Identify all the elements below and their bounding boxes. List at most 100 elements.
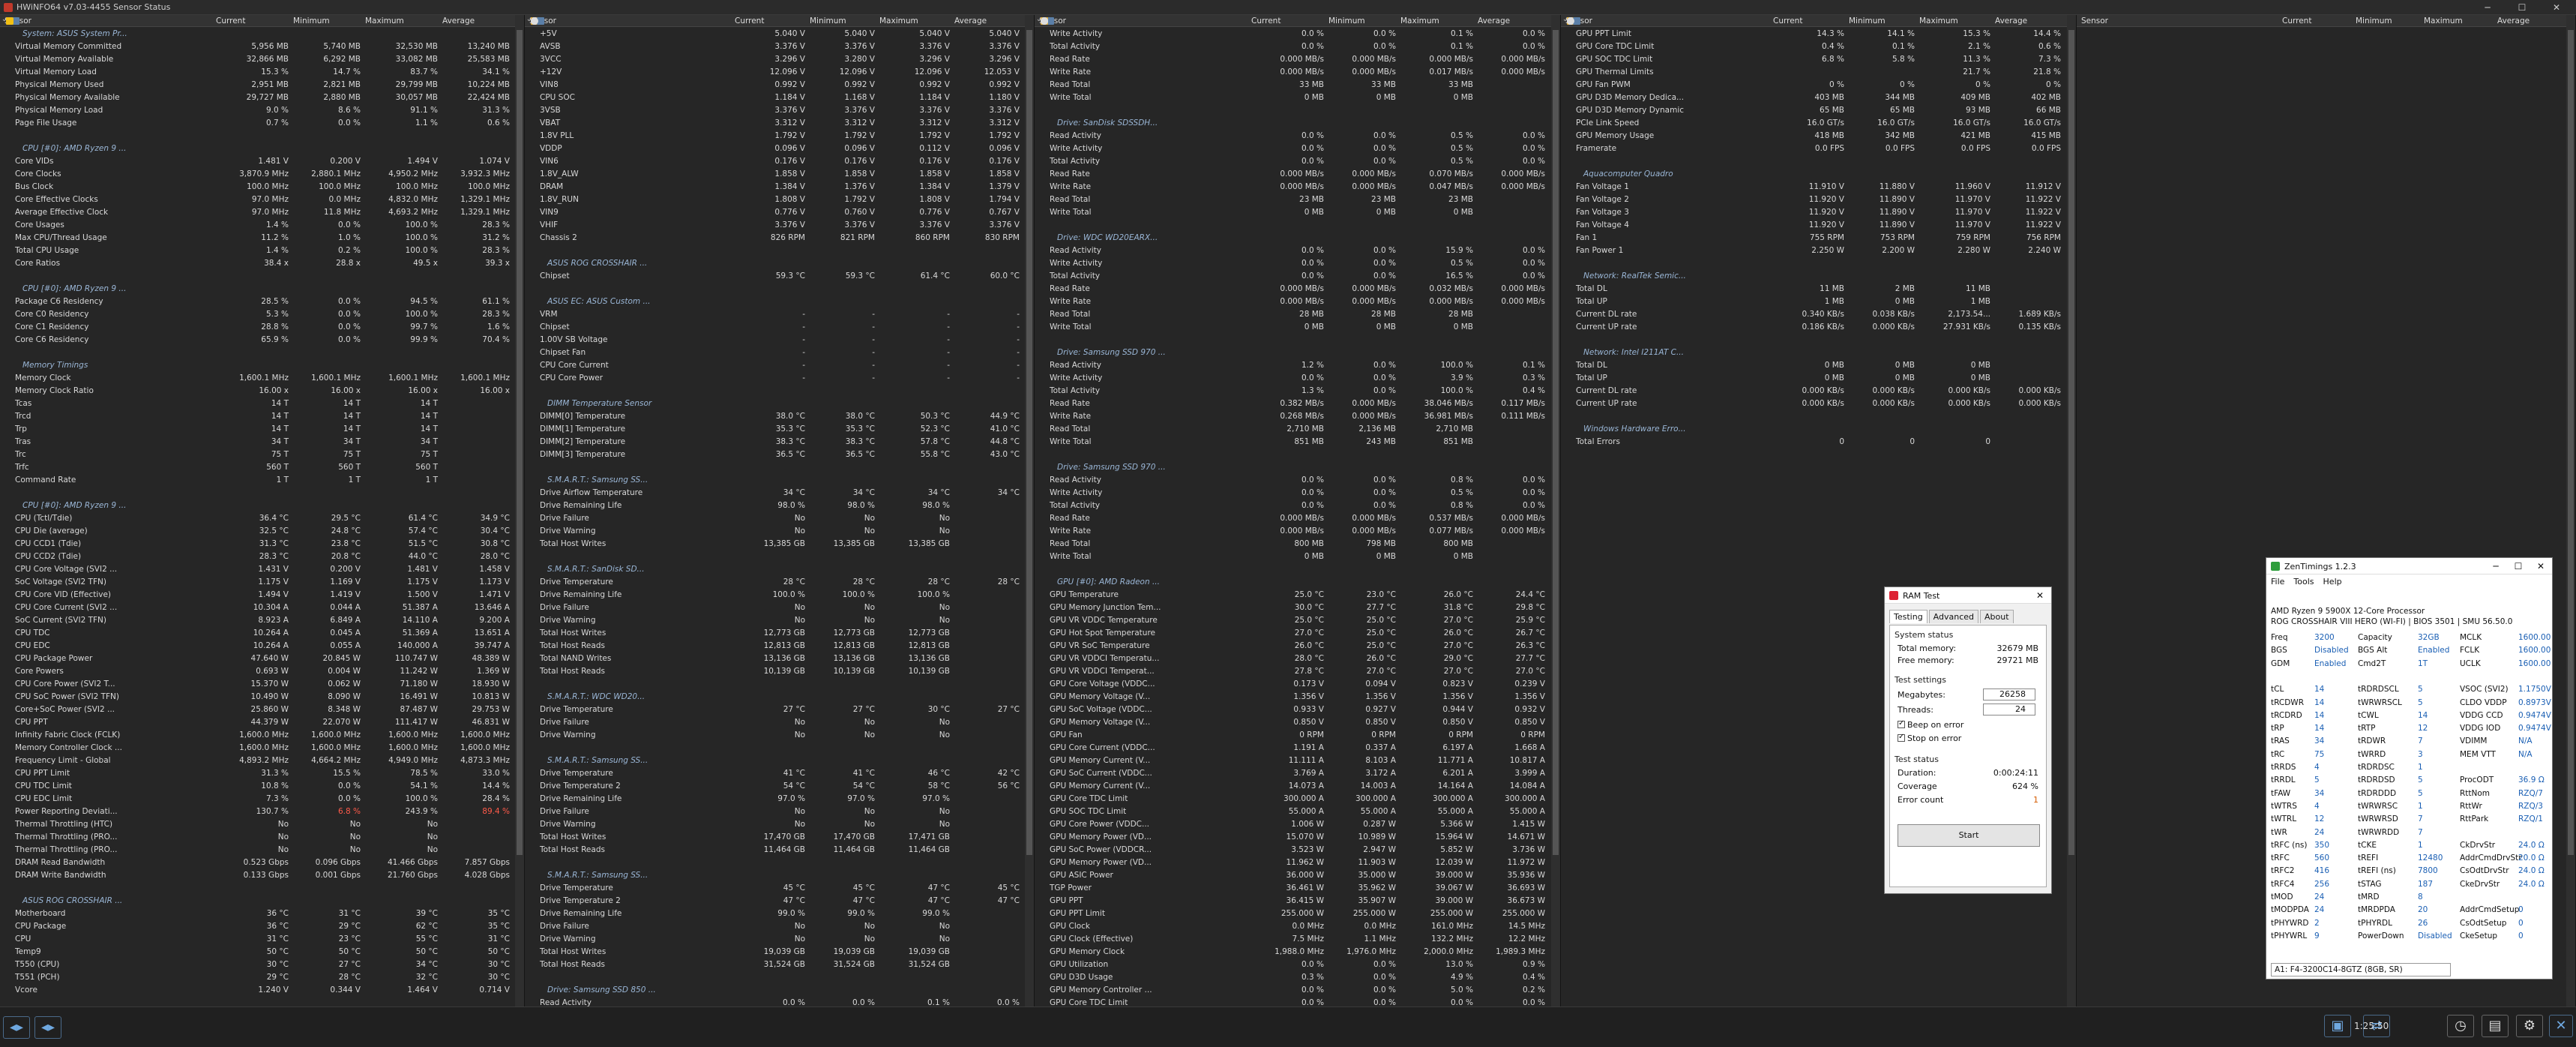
sensor-row[interactable]: Virtual Memory Committed 5,956 MB 5,740 MB… xyxy=(0,17,524,52)
sensor-row[interactable]: GPU Memory Usage 418 MB 342 MB 421 MB 415 MB xyxy=(1561,17,2076,142)
scrollbar-thumb[interactable] xyxy=(2568,30,2574,855)
header-average[interactable]: Average xyxy=(442,15,514,26)
sensor-row[interactable]: Chassis 2 826 RPM 821 RPM 860 RPM 830 RPM xyxy=(525,17,1034,244)
header-average[interactable]: Average xyxy=(1995,15,2065,26)
sensor-row[interactable]: Total Host Reads 31,524 GB 31,524 GB 31,524… xyxy=(525,17,1034,970)
start-button[interactable]: Start xyxy=(1898,824,2040,847)
sensor-row[interactable]: Total UP 0 MB 0 MB 0 MB xyxy=(1561,17,2076,384)
sensor-row[interactable]: VIN6 0.176 V 0.176 V 0.176 V 0.176 V xyxy=(525,17,1034,167)
sensor-row[interactable]: DIMM[0] Temperature 38.0 °C 38.0 °C 50.3 °C… xyxy=(525,17,1034,422)
column-header[interactable]: SensorCurrentMinimumMaximumAverage xyxy=(0,15,524,27)
sensor-group[interactable]: ⌄ Network: Intel I211AT C... xyxy=(1561,16,2076,358)
sensor-row[interactable]: Read Total 800 MB 798 MB 800 MB xyxy=(1035,17,1560,550)
sensor-row[interactable]: Drive Warning No No No xyxy=(525,17,1034,830)
sensor-row[interactable]: Max CPU/Thread Usage 11.2 % 1.0 % 100.0 % 31… xyxy=(0,17,524,244)
sensor-row[interactable]: Infinity Fabric Clock (FCLK) 1,600.0 MHz 1… xyxy=(0,17,524,741)
sensor-row[interactable]: Read Total 2,710 MB 2,136 MB 2,710 MB xyxy=(1035,17,1560,435)
sensor-row[interactable]: Drive Failure No No No xyxy=(525,17,1034,524)
sensor-row[interactable]: Average Effective Clock 97.0 MHz 11.8 MHz 4… xyxy=(0,17,524,218)
sensor-row[interactable]: Total Errors 0 0 0 xyxy=(1561,17,2076,448)
sensor-row[interactable]: Drive Temperature 28 °C 28 °C 28 °C 28 °C xyxy=(525,17,1034,588)
sensor-row[interactable]: Total Activity 0.0 % 0.0 % 0.8 % 0.0 % xyxy=(1035,17,1560,512)
sensor-row[interactable]: GPU ASIC Power 36.000 W 35.000 W 39.000 W 35… xyxy=(1035,17,1560,881)
maximize-button[interactable]: ☐ xyxy=(2506,1,2539,14)
sensor-row[interactable]: CPU Core Power (SVI2 T... 15.370 W 0.062 W… xyxy=(0,17,524,690)
sensor-row[interactable]: Page File Usage 0.7 % 0.0 % 1.1 % 0.6 % xyxy=(0,17,524,129)
sensor-row[interactable]: Total Host Writes 13,385 GB 13,385 GB 13,38… xyxy=(525,17,1034,550)
sensor-row[interactable]: Trp 14 T 14 T 14 T xyxy=(0,17,524,435)
sensor-row[interactable]: CPU Core Power - - - - xyxy=(525,17,1034,384)
sensor-row[interactable]: Drive Temperature 27 °C 27 °C 30 °C 27 °C xyxy=(525,17,1034,716)
sensor-row[interactable]: GPU SoC Power (VDDCR... 3.523 W 2.947 W 5.8… xyxy=(1035,17,1560,856)
sensor-row[interactable]: Current DL rate 0.340 KB/s 0.038 KB/s 2,173… xyxy=(1561,17,2076,320)
sensor-row[interactable]: GPU Memory Current (V... 14.073 A 14.003 A… xyxy=(1035,17,1560,792)
sensor-row[interactable]: Total Activity 0.0 % 0.0 % 16.5 % 0.0 % xyxy=(1035,17,1560,282)
sensor-row[interactable]: GPU VR SoC Temperature 26.0 °C 25.0 °C 27.0… xyxy=(1035,17,1560,652)
sensor-row[interactable]: T551 (PCH) 29 °C 28 °C 32 °C 30 °C xyxy=(0,17,524,983)
sensor-group[interactable]: ⌄ Drive: Samsung SSD 970 ... xyxy=(1035,16,1560,358)
header-maximum[interactable]: Maximum xyxy=(1919,15,1995,26)
sensor-group[interactable]: ⌄ GPU [#0]: AMD Radeon ... xyxy=(1035,16,1560,588)
header-sensor[interactable]: Sensor xyxy=(2077,15,2282,26)
sensor-row[interactable]: Drive Temperature 2 47 °C 47 °C 47 °C 47 °C xyxy=(525,17,1034,907)
sensor-row[interactable]: Trcd 14 T 14 T 14 T xyxy=(0,17,524,422)
sensor-row[interactable]: Core Powers 0.693 W 0.004 W 11.242 W 1.369 W xyxy=(0,17,524,677)
sensor-row[interactable]: Tcas 14 T 14 T 14 T xyxy=(0,17,524,410)
sensor-row[interactable]: Core+SoC Power (SVI2 ... 25.860 W 8.348 W8… xyxy=(0,17,524,716)
sensor-row[interactable]: PCIe Link Speed 16.0 GT/s 16.0 GT/s 16.0 GT… xyxy=(1561,17,2076,129)
sensor-row[interactable]: Virtual Memory Available 32,866 MB 6,292 M… xyxy=(0,17,524,65)
sensor-row[interactable]: CPU PPT Limit 31.3 % 15.5 % 78.5 % 33.0 % xyxy=(0,17,524,779)
sensor-row[interactable]: Total Host Reads 10,139 GB 10,139 GB 10,139… xyxy=(525,17,1034,677)
sensor-row[interactable]: Drive Remaining Life 98.0 % 98.0 % 98.0 % xyxy=(525,17,1034,512)
header-maximum[interactable]: Maximum xyxy=(365,15,442,26)
sensor-row[interactable]: Total Host Writes 17,470 GB 17,470 GB 17,47… xyxy=(525,17,1034,843)
zentimings-close-button[interactable]: ✕ xyxy=(2530,558,2552,574)
sensor-row[interactable]: T550 (CPU) 30 °C 27 °C 34 °C 30 °C xyxy=(0,17,524,970)
sensor-row[interactable]: Vcore 1.240 V 0.344 V 1.464 V 0.714 V xyxy=(0,17,524,996)
sensor-row[interactable]: GPU Core Voltage (VDDC... 0.173 V 0.094 V0… xyxy=(1035,17,1560,690)
sensor-group[interactable]: ⌄ S.M.A.R.T.: SanDisk SD... xyxy=(525,16,1034,575)
expand-arrows-icon[interactable]: ◂▸ xyxy=(34,1016,61,1039)
sensor-row[interactable]: VDDP 0.096 V 0.096 V 0.112 V 0.096 V xyxy=(525,17,1034,154)
close-button[interactable]: ✕ xyxy=(2540,1,2573,14)
sensor-row[interactable]: GPU Thermal Limits 21.7 % 21.8 % xyxy=(1561,17,2076,78)
header-average[interactable]: Average xyxy=(954,15,1024,26)
tab-advanced[interactable]: Advanced xyxy=(1928,610,1979,623)
sensor-row[interactable]: Read Total 33 MB 33 MB 33 MB xyxy=(1035,17,1560,91)
header-current[interactable]: Current xyxy=(216,15,293,26)
sensor-row[interactable]: 1.8V PLL 1.792 V 1.792 V 1.792 V 1.792 V xyxy=(525,17,1034,142)
sensor-group[interactable]: ⌄ CPU [#0]: AMD Ryzen 9 ... xyxy=(0,16,524,295)
column-header[interactable]: SensorCurrentMinimumMaximumAverage xyxy=(525,15,1034,27)
stop-on-error-checkbox[interactable]: Stop on error xyxy=(1898,733,1961,743)
menu-help[interactable]: Help xyxy=(2323,577,2342,586)
sensor-group[interactable]: ⌄ Memory Timings xyxy=(0,16,524,371)
sensor-row[interactable]: Read Rate 0.382 MB/s 0.000 MB/s 38.046 MB/s… xyxy=(1035,17,1560,410)
sensor-row[interactable]: GPU D3D Memory Dedica... 403 MB 344 MB 409 … xyxy=(1561,17,2076,104)
sensor-row[interactable]: Drive Remaining Life 97.0 % 97.0 % 97.0 % xyxy=(525,17,1034,805)
sensor-group[interactable]: ⌄ Windows Hardware Erro... xyxy=(1561,16,2076,435)
sensor-row[interactable]: Write Activity 0.0 % 0.0 % 0.5 % 0.0 % xyxy=(1035,17,1560,499)
sensor-row[interactable]: Trfc 560 T 560 T 560 T xyxy=(0,17,524,473)
sensor-row[interactable]: GPU Clock (Effective) 7.5 MHz 1.1 MHz 132.2… xyxy=(1035,17,1560,945)
sensor-row[interactable]: 1.00V SB Voltage - - - - xyxy=(525,17,1034,346)
sensor-group[interactable]: ⌄ CPU [#0]: AMD Ryzen 9 ... xyxy=(0,16,524,154)
sensor-row[interactable]: GPU Fan 0 RPM 0 RPM 0 RPM 0 RPM xyxy=(1035,17,1560,741)
sensor-row[interactable]: DIMM[2] Temperature 38.3 °C 38.3 °C 57.8 °C… xyxy=(525,17,1034,448)
sensor-row[interactable]: GPU D3D Memory Dynamic 65 MB 65 MB 93 MB 66 … xyxy=(1561,17,2076,116)
sensor-row[interactable]: Virtual Memory Load 15.3 % 14.7 % 83.7 % 34.… xyxy=(0,17,524,78)
sensor-group[interactable]: ⌄ Drive: SanDisk SDSSDH... xyxy=(1035,16,1560,129)
sensor-row[interactable]: Total Activity 0.0 % 0.0 % 0.1 % 0.0 % xyxy=(1035,17,1560,52)
header-sensor[interactable]: Sensor xyxy=(1035,15,1251,26)
sensor-row[interactable]: Thermal Throttling (PRO... No No No xyxy=(0,17,524,856)
sensor-row[interactable]: Total Activity 0.0 % 0.0 % 0.5 % 0.0 % xyxy=(1035,17,1560,167)
sensor-group[interactable]: ⌄ ASUS ROG CROSSHAIR ... xyxy=(525,16,1034,269)
column-header[interactable]: SensorCurrentMinimumMaximumAverage xyxy=(2077,15,2575,27)
megabytes-input[interactable]: 26258 xyxy=(1983,688,2035,700)
scrollbar-thumb[interactable] xyxy=(2068,30,2074,855)
sensor-row[interactable]: Read Activity 1.2 % 0.0 % 100.0 % 0.1 % xyxy=(1035,17,1560,371)
sensor-row[interactable]: CPU TDC 10.264 A 0.045 A 51.369 A 13.651 A xyxy=(0,17,524,639)
sensor-row[interactable]: Chipset Fan - - - - xyxy=(525,17,1034,358)
scrollbar-thumb[interactable] xyxy=(1026,30,1032,855)
sensor-row[interactable]: GPU Memory Controller ... 0.0 % 0.0 % 5.0 %… xyxy=(1035,17,1560,996)
sensor-row[interactable]: Read Activity 0.0 % 0.0 % 15.9 % 0.0 % xyxy=(1035,17,1560,256)
